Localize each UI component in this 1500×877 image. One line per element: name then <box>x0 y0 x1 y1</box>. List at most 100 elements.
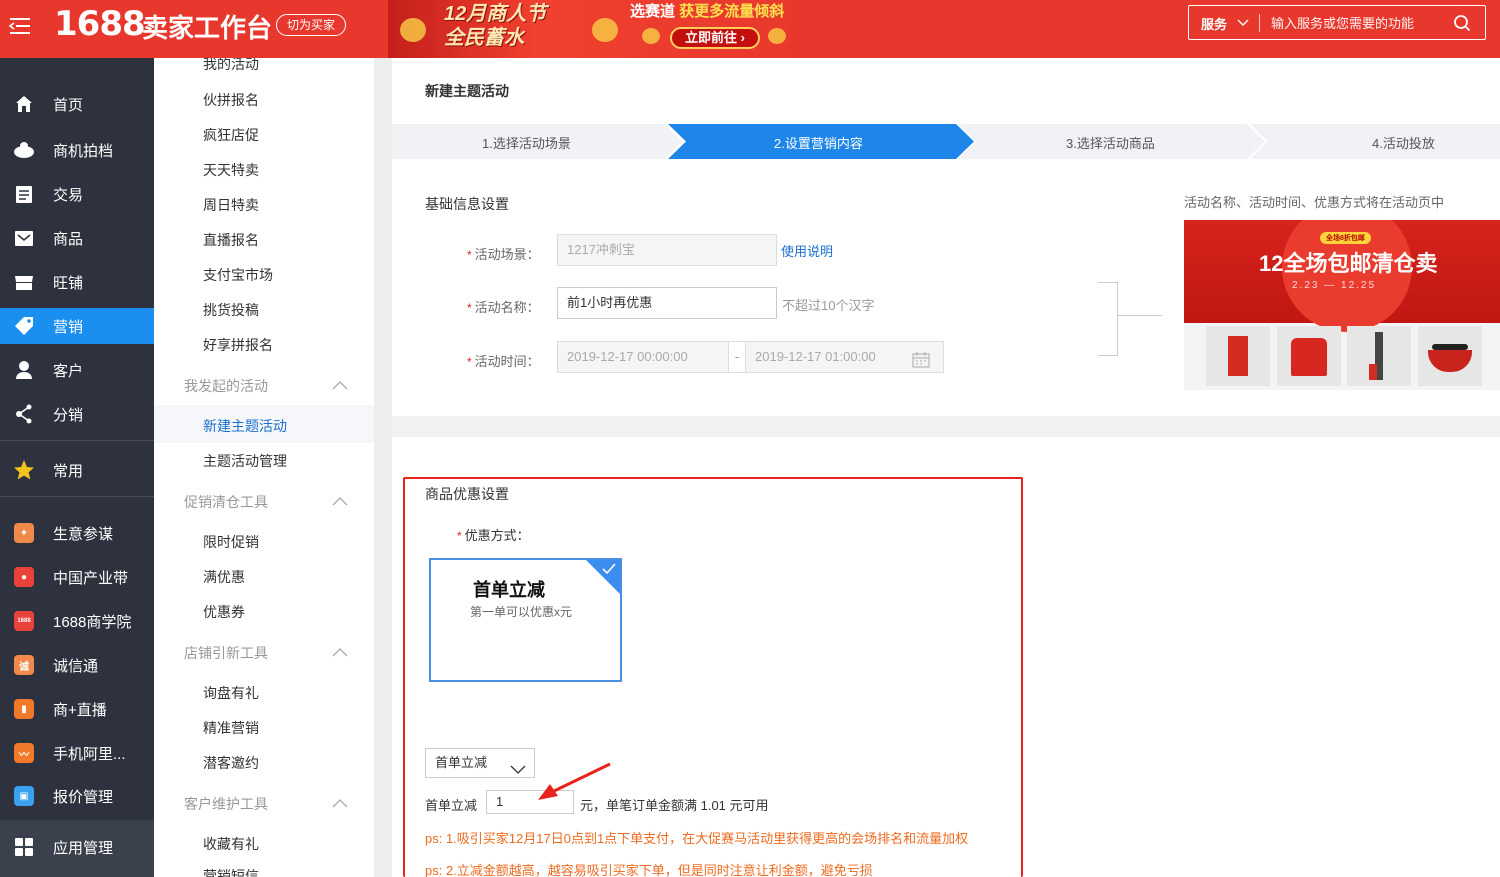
logo-number[interactable]: 1688 <box>54 4 146 44</box>
nav-label: 首页 <box>53 96 84 114</box>
app-item-mobile[interactable]: 〰 手机阿里... <box>0 735 154 771</box>
ps-note-2: ps: 2.立减金额越高，越容易吸引买家下单，但是同时注意让利金额，避免亏损 <box>425 863 873 877</box>
left-nav: 首页 商机拍档 交易 商品 旺铺 营销 客户 分销 常用 ✦ 生意参谋 ● 中国… <box>0 58 154 877</box>
app-item-academy[interactable]: 1688 1688商学院 <box>0 603 154 639</box>
subnav-group-title[interactable]: 店铺引新工具 <box>184 643 268 663</box>
subnav-item[interactable]: 限时促销 <box>203 532 259 552</box>
time-range-picker[interactable]: 2019-12-17 00:00:00 - 2019-12-17 01:00:0… <box>557 341 944 373</box>
promo-banner[interactable]: 12月商人节 全民蓄水 选赛道 获更多流量倾斜 立即前往 › <box>388 0 808 58</box>
step-4[interactable]: 4.活动投放 <box>1372 133 1435 152</box>
app-item-live[interactable]: ▮ 商+直播 <box>0 691 154 727</box>
live-icon: ▮ <box>14 699 34 719</box>
product-thumb <box>1277 326 1341 386</box>
subnav-item-new-theme-activity[interactable]: 新建主题活动 <box>203 416 287 436</box>
chevron-down-icon[interactable] <box>1237 15 1249 31</box>
subnav-item[interactable]: 伙拼报名 <box>203 90 259 110</box>
app-item-quote[interactable]: ▣ 报价管理 <box>0 778 154 814</box>
nav-item-distribution[interactable]: 分销 <box>0 396 154 432</box>
app-item-trustpass[interactable]: 诚 诚信通 <box>0 647 154 683</box>
nav-item-customer[interactable]: 客户 <box>0 352 154 388</box>
calendar-icon[interactable] <box>912 349 930 379</box>
app-item-industry-belt[interactable]: ● 中国产业带 <box>0 559 154 595</box>
subnav-group-title[interactable]: 客户维护工具 <box>184 794 268 814</box>
chevron-up-icon[interactable] <box>332 795 348 811</box>
step-progress: 1.选择活动场景 2.设置营销内容 3.选择活动商品 4.活动投放 <box>392 124 1500 159</box>
select-value: 首单立减 <box>435 755 488 770</box>
time-separator: - <box>728 342 746 372</box>
menu-toggle-icon[interactable] <box>8 14 32 38</box>
subnav-item[interactable]: 支付宝市场 <box>203 265 273 285</box>
subnav-item[interactable]: 周日特卖 <box>203 195 259 215</box>
subnav-item[interactable]: 我的活动 <box>203 58 259 74</box>
time-end[interactable]: 2019-12-17 01:00:00 <box>755 342 876 372</box>
subnav-item[interactable]: 精准营销 <box>203 718 259 738</box>
subnav-group-title[interactable]: 我发起的活动 <box>184 376 268 396</box>
nav-item-opportunity[interactable]: 商机拍档 <box>0 132 154 168</box>
activity-name-input[interactable]: 前1小时再优惠 <box>557 287 777 319</box>
search-category[interactable]: 服务 <box>1201 14 1227 33</box>
nav-item-trade[interactable]: 交易 <box>0 176 154 212</box>
usage-guide-link[interactable]: 使用说明 <box>781 241 833 260</box>
app-item-business-advisor[interactable]: ✦ 生意参谋 <box>0 515 154 551</box>
page-title: 新建主题活动 <box>425 83 509 99</box>
nav-label: 常用 <box>53 462 84 480</box>
lantern-icon <box>400 18 426 42</box>
nav-label: 应用管理 <box>53 839 114 857</box>
subnav-item[interactable]: 主题活动管理 <box>203 451 287 471</box>
step-1[interactable]: 1.选择活动场景 <box>482 133 571 152</box>
search-icon[interactable] <box>1453 14 1471 35</box>
subnav-item[interactable]: 疯狂店促 <box>203 125 259 145</box>
banner-subtitle: 选赛道 获更多流量倾斜 <box>630 3 785 20</box>
home-icon <box>13 93 35 115</box>
app-manage-button[interactable]: 应用管理 <box>0 829 154 865</box>
preview-caption: 活动名称、活动时间、优惠方式将在活动页中 <box>1184 195 1445 210</box>
step-3[interactable]: 3.选择活动商品 <box>1066 133 1155 152</box>
nav-label: 报价管理 <box>53 788 114 806</box>
nav-item-shop[interactable]: 旺铺 <box>0 264 154 300</box>
subnav-item[interactable]: 收藏有礼 <box>203 834 259 854</box>
chevron-up-icon[interactable] <box>332 377 348 393</box>
step-2-current[interactable]: 2.设置营销内容 <box>774 133 863 152</box>
required-mark: * <box>467 248 472 262</box>
grid-icon <box>13 836 35 858</box>
subnav-item[interactable]: 潜客邀约 <box>203 753 259 773</box>
nav-item-common[interactable]: 常用 <box>0 452 154 488</box>
cloud-icon <box>768 28 786 44</box>
nav-item-marketing[interactable]: 营销 <box>0 308 154 344</box>
banner-go-button[interactable]: 立即前往 › <box>670 27 760 49</box>
search-box: 服务 <box>1188 5 1486 40</box>
amount-label: 首单立减 <box>425 798 478 813</box>
nav-label: 营销 <box>53 318 84 336</box>
time-label: * 活动时间： <box>467 354 540 369</box>
nav-label: 分销 <box>53 406 84 424</box>
chevron-up-icon[interactable] <box>332 493 348 509</box>
section-title-discount: 商品优惠设置 <box>425 486 509 502</box>
subnav-item[interactable]: 挑货投稿 <box>203 300 259 320</box>
subnav-item[interactable]: 优惠券 <box>203 602 245 622</box>
opportunity-icon <box>13 139 35 161</box>
scene-input: 1217冲刺宝 <box>557 234 777 266</box>
card-title: 首单立减 <box>473 580 545 600</box>
chevron-up-icon[interactable] <box>332 644 348 660</box>
subnav-item[interactable]: 满优惠 <box>203 567 245 587</box>
preview-tag: 全场8折包邮 <box>1320 232 1371 244</box>
subnav-item[interactable]: 天天特卖 <box>203 160 259 180</box>
logo-text[interactable]: 卖家工作台 <box>142 8 272 45</box>
user-icon <box>13 359 35 381</box>
discount-type-select[interactable]: 首单立减 <box>425 748 535 778</box>
tag-icon <box>13 315 35 337</box>
subnav-item[interactable]: 营销短信 <box>203 866 259 877</box>
subnav-item[interactable]: 直播报名 <box>203 230 259 250</box>
ps-note-1: ps: 1.吸引买家12月17日0点到1点下单支付，在大促赛马活动里获得更高的会… <box>425 831 969 846</box>
preview-headline: 12全场包邮清仓卖 <box>1259 251 1438 276</box>
subnav-item[interactable]: 好享拼报名 <box>203 335 273 355</box>
nav-label: 诚信通 <box>53 657 99 675</box>
switch-to-buyer-button[interactable]: 切为买家 <box>276 14 347 36</box>
discount-option-card-first-order[interactable]: 首单立减 第一单可以优惠x元 <box>429 558 622 682</box>
search-input[interactable] <box>1271 13 1451 33</box>
subnav-item[interactable]: 询盘有礼 <box>203 683 259 703</box>
time-start[interactable]: 2019-12-17 00:00:00 <box>567 342 688 372</box>
nav-item-home[interactable]: 首页 <box>0 86 154 122</box>
nav-item-product[interactable]: 商品 <box>0 220 154 256</box>
subnav-group-title[interactable]: 促销清仓工具 <box>184 492 268 512</box>
